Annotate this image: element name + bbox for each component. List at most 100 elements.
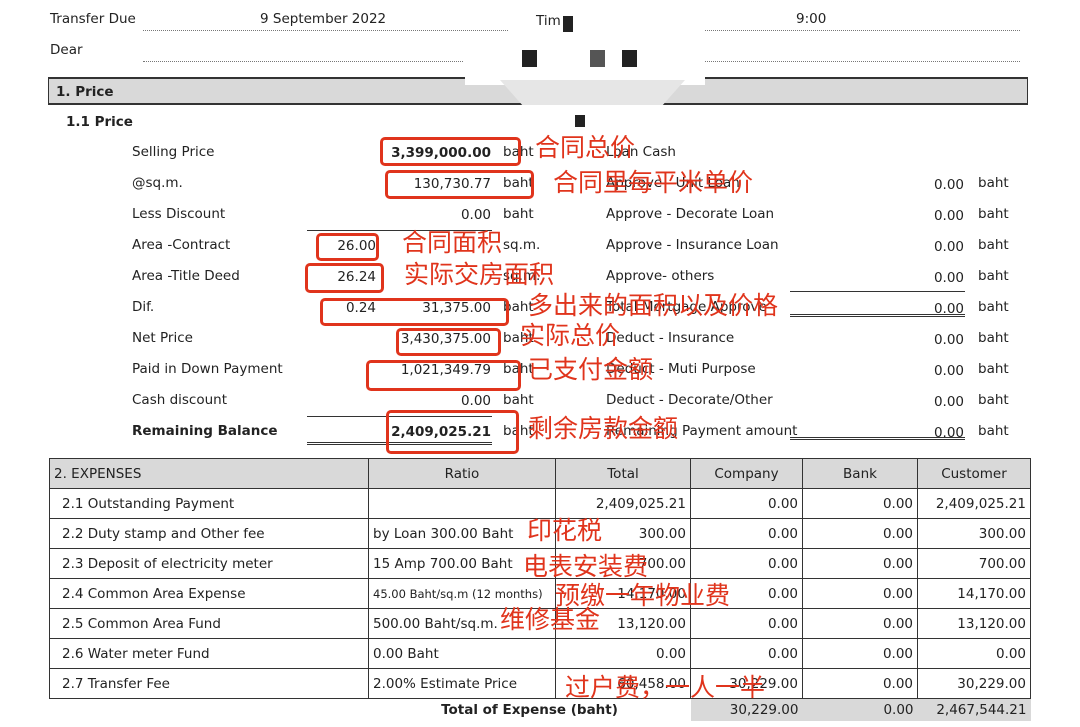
price-label: Remaining Balance bbox=[132, 423, 278, 439]
payment-label: Deduct - Decorate/Other bbox=[606, 392, 773, 408]
unit-label: baht bbox=[978, 392, 1009, 408]
annotation-text: 合同总价 bbox=[535, 133, 636, 162]
table-cell: 30,229.00 bbox=[917, 668, 1031, 699]
total-bank: 0.00 bbox=[802, 698, 918, 721]
table-cell: 2,409,025.21 bbox=[555, 488, 691, 519]
payment-label: Approve- others bbox=[606, 268, 715, 284]
price-label: Paid in Down Payment bbox=[132, 361, 283, 377]
price-value: 0.00 bbox=[460, 207, 491, 223]
redaction bbox=[562, 15, 705, 40]
annotation-box bbox=[380, 137, 521, 166]
table-cell: 13,120.00 bbox=[917, 608, 1031, 639]
table-cell: 2.3 Deposit of electricity meter bbox=[49, 548, 369, 579]
unit-label: sq.m. bbox=[503, 237, 541, 253]
annotation-box bbox=[386, 410, 519, 454]
column-header: Total bbox=[555, 458, 691, 489]
payment-label: Deduct - Insurance bbox=[606, 330, 735, 346]
price-label: Dif. bbox=[132, 299, 155, 315]
payment-value: 0.00 bbox=[933, 208, 964, 224]
price-label: @sq.m. bbox=[132, 175, 183, 191]
annotation-box bbox=[320, 298, 509, 326]
table-cell: 0.00 bbox=[802, 548, 918, 579]
table-cell: 0.00 bbox=[690, 608, 803, 639]
unit-label: baht bbox=[503, 392, 534, 408]
payment-value: 0.00 bbox=[933, 177, 964, 193]
table-cell: 0.00 bbox=[802, 668, 918, 699]
payment-value: 0.00 bbox=[933, 394, 964, 410]
annotation-text: 实际交房面积 bbox=[404, 260, 555, 289]
dear-label: Dear bbox=[50, 42, 83, 58]
annotation-box bbox=[385, 170, 534, 199]
annotation-text: 剩余房款金额 bbox=[528, 414, 679, 443]
unit-label: baht bbox=[978, 237, 1009, 253]
annotation-box bbox=[305, 263, 384, 293]
annotation-text: 已支付金额 bbox=[528, 355, 654, 384]
unit-label: baht bbox=[978, 175, 1009, 191]
annotation-box bbox=[396, 328, 501, 356]
table-cell: 0.00 bbox=[917, 638, 1031, 669]
unit-label: baht bbox=[978, 330, 1009, 346]
annotation-text: 电表安装费 bbox=[523, 552, 649, 581]
unit-label: baht bbox=[978, 206, 1009, 222]
table-cell: 2,409,025.21 bbox=[917, 488, 1031, 519]
table-cell: 0.00 bbox=[690, 548, 803, 579]
annotation-text: 维修基金 bbox=[500, 605, 601, 634]
table-cell: 0.00 bbox=[802, 488, 918, 519]
table-cell: 700.00 bbox=[917, 548, 1031, 579]
table-row: 2.1 Outstanding Payment 2,409,025.21 0.00 0… bbox=[49, 488, 1031, 519]
payment-value: 0.00 bbox=[933, 239, 964, 255]
table-cell: 2.00% Estimate Price bbox=[368, 668, 556, 699]
column-header: Customer bbox=[917, 458, 1031, 489]
redaction bbox=[500, 80, 685, 105]
table-cell: 0.00 Baht bbox=[368, 638, 556, 669]
transfer-due-label: Transfer Due bbox=[50, 11, 136, 27]
table-cell: 0.00 bbox=[690, 488, 803, 519]
annotation-text: 合同里每平米单价 bbox=[553, 168, 754, 197]
time-value: 9:00 bbox=[796, 11, 827, 27]
table-cell: 2.6 Water meter Fund bbox=[49, 638, 369, 669]
subsection-title: 1.1 Price bbox=[66, 114, 133, 130]
table-cell: 300.00 bbox=[917, 518, 1031, 549]
table-row: 2.6 Water meter Fund 0.00 Baht 0.00 0.00 0.0… bbox=[49, 638, 1031, 669]
table-header-row: 2. EXPENSES Ratio Total Company Bank Customer bbox=[49, 458, 1031, 489]
table-cell: 0.00 bbox=[690, 518, 803, 549]
payment-value: 0.00 bbox=[933, 270, 964, 286]
payment-label: Approve - Insurance Loan bbox=[606, 237, 779, 253]
table-cell: 2.7 Transfer Fee bbox=[49, 668, 369, 699]
payment-label: Approve - Decorate Loan bbox=[606, 206, 775, 222]
table-cell: 14,170.00 bbox=[917, 578, 1031, 609]
total-row: Total of Expense (baht) 30,229.00 0.00 2,46… bbox=[50, 698, 1031, 721]
unit-label: baht bbox=[978, 423, 1009, 439]
annotation-text: 多出来的面积以及价格 bbox=[528, 291, 779, 320]
table-cell: 0.00 bbox=[802, 518, 918, 549]
redaction bbox=[465, 38, 705, 85]
section-title: 1. Price bbox=[56, 84, 114, 100]
column-header: Ratio bbox=[368, 458, 556, 489]
table-cell: 0.00 bbox=[802, 608, 918, 639]
table-cell: 2.4 Common Area Expense bbox=[49, 578, 369, 609]
annotation-text: 印花税 bbox=[527, 516, 603, 545]
total-customer: 2,467,544.21 bbox=[917, 698, 1031, 721]
table-cell: 0.00 bbox=[802, 578, 918, 609]
table-cell: 0.00 bbox=[802, 638, 918, 669]
unit-label: baht bbox=[978, 299, 1009, 315]
annotation-box bbox=[316, 233, 379, 261]
price-label: Area -Contract bbox=[132, 237, 231, 253]
table-cell: 2.2 Duty stamp and Other fee bbox=[49, 518, 369, 549]
column-header: Company bbox=[690, 458, 803, 489]
unit-label: baht bbox=[978, 268, 1009, 284]
price-label: Net Price bbox=[132, 330, 193, 346]
table-cell: 2.1 Outstanding Payment bbox=[49, 488, 369, 519]
price-label: Cash discount bbox=[132, 392, 228, 408]
price-label: Area -Title Deed bbox=[132, 268, 240, 284]
column-header: 2. EXPENSES bbox=[49, 458, 369, 489]
payment-value: 0.00 bbox=[933, 363, 964, 379]
transfer-due-value: 9 September 2022 bbox=[260, 11, 387, 27]
table-cell bbox=[368, 488, 556, 519]
annotation-text: 过户费，一人一半 bbox=[565, 673, 766, 702]
annotation-box bbox=[366, 360, 521, 391]
price-label: Selling Price bbox=[132, 144, 215, 160]
column-header: Bank bbox=[802, 458, 918, 489]
table-cell: 0.00 bbox=[555, 638, 691, 669]
unit-label: baht bbox=[978, 361, 1009, 377]
